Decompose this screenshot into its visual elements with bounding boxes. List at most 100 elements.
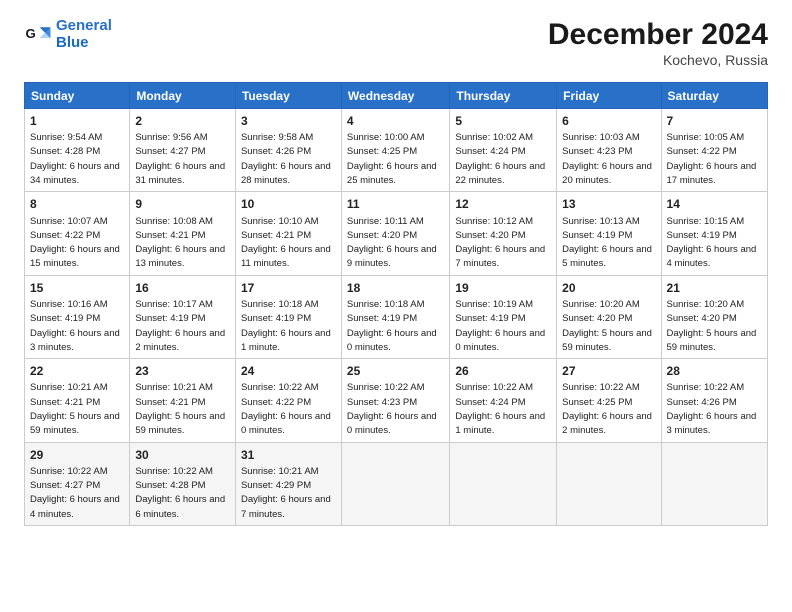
page: G GeneralBlue December 2024 Kochevo, Rus… [0,0,792,538]
col-sunday: Sunday [25,83,130,109]
day-number: 7 [667,113,762,129]
day-info: Sunrise: 10:22 AMSunset: 4:25 PMDaylight… [562,382,652,436]
day-number: 9 [135,196,230,212]
day-info: Sunrise: 10:03 AMSunset: 4:23 PMDaylight… [562,132,652,186]
table-row: 26 Sunrise: 10:22 AMSunset: 4:24 PMDayli… [450,359,557,442]
day-number: 23 [135,363,230,379]
day-number: 22 [30,363,124,379]
header: G GeneralBlue December 2024 Kochevo, Rus… [24,18,768,68]
day-info: Sunrise: 10:20 AMSunset: 4:20 PMDaylight… [667,299,757,353]
day-number: 17 [241,280,336,296]
day-info: Sunrise: 10:21 AMSunset: 4:21 PMDaylight… [135,382,225,436]
day-info: Sunrise: 10:02 AMSunset: 4:24 PMDaylight… [455,132,545,186]
empty-cell [341,442,449,525]
day-info: Sunrise: 10:00 AMSunset: 4:25 PMDaylight… [347,132,437,186]
calendar-table: Sunday Monday Tuesday Wednesday Thursday… [24,82,768,526]
calendar-header-row: Sunday Monday Tuesday Wednesday Thursday… [25,83,768,109]
col-wednesday: Wednesday [341,83,449,109]
day-number: 20 [562,280,655,296]
empty-cell [557,442,661,525]
day-info: Sunrise: 10:17 AMSunset: 4:19 PMDaylight… [135,299,225,353]
table-row: 1 Sunrise: 9:54 AMSunset: 4:28 PMDayligh… [25,109,130,192]
calendar-week-row: 29 Sunrise: 10:22 AMSunset: 4:27 PMDayli… [25,442,768,525]
day-info: Sunrise: 10:10 AMSunset: 4:21 PMDaylight… [241,216,331,270]
col-monday: Monday [130,83,236,109]
empty-cell [450,442,557,525]
table-row: 16 Sunrise: 10:17 AMSunset: 4:19 PMDayli… [130,275,236,358]
day-info: Sunrise: 10:05 AMSunset: 4:22 PMDaylight… [667,132,757,186]
day-info: Sunrise: 9:58 AMSunset: 4:26 PMDaylight:… [241,132,331,186]
svg-text:G: G [26,26,36,41]
table-row: 9 Sunrise: 10:08 AMSunset: 4:21 PMDaylig… [130,192,236,275]
table-row: 7 Sunrise: 10:05 AMSunset: 4:22 PMDaylig… [661,109,767,192]
table-row: 31 Sunrise: 10:21 AMSunset: 4:29 PMDayli… [235,442,341,525]
day-info: Sunrise: 10:22 AMSunset: 4:24 PMDaylight… [455,382,545,436]
table-row: 21 Sunrise: 10:20 AMSunset: 4:20 PMDayli… [661,275,767,358]
table-row: 15 Sunrise: 10:16 AMSunset: 4:19 PMDayli… [25,275,130,358]
col-tuesday: Tuesday [235,83,341,109]
table-row: 23 Sunrise: 10:21 AMSunset: 4:21 PMDayli… [130,359,236,442]
table-row: 19 Sunrise: 10:19 AMSunset: 4:19 PMDayli… [450,275,557,358]
day-number: 24 [241,363,336,379]
col-friday: Friday [557,83,661,109]
day-number: 8 [30,196,124,212]
table-row: 4 Sunrise: 10:00 AMSunset: 4:25 PMDaylig… [341,109,449,192]
table-row: 6 Sunrise: 10:03 AMSunset: 4:23 PMDaylig… [557,109,661,192]
day-info: Sunrise: 10:22 AMSunset: 4:28 PMDaylight… [135,466,225,520]
day-number: 13 [562,196,655,212]
table-row: 13 Sunrise: 10:13 AMSunset: 4:19 PMDayli… [557,192,661,275]
day-info: Sunrise: 9:54 AMSunset: 4:28 PMDaylight:… [30,132,120,186]
logo-text: GeneralBlue [56,18,112,51]
day-number: 21 [667,280,762,296]
logo: G GeneralBlue [24,18,112,51]
day-info: Sunrise: 10:21 AMSunset: 4:21 PMDaylight… [30,382,120,436]
calendar-title: December 2024 [548,18,768,52]
day-number: 6 [562,113,655,129]
day-info: Sunrise: 10:16 AMSunset: 4:19 PMDaylight… [30,299,120,353]
day-info: Sunrise: 10:15 AMSunset: 4:19 PMDaylight… [667,216,757,270]
day-number: 25 [347,363,444,379]
table-row: 28 Sunrise: 10:22 AMSunset: 4:26 PMDayli… [661,359,767,442]
day-number: 27 [562,363,655,379]
day-number: 26 [455,363,551,379]
day-number: 1 [30,113,124,129]
table-row: 20 Sunrise: 10:20 AMSunset: 4:20 PMDayli… [557,275,661,358]
day-info: Sunrise: 10:22 AMSunset: 4:22 PMDaylight… [241,382,331,436]
day-info: Sunrise: 10:21 AMSunset: 4:29 PMDaylight… [241,466,331,520]
table-row: 25 Sunrise: 10:22 AMSunset: 4:23 PMDayli… [341,359,449,442]
table-row: 29 Sunrise: 10:22 AMSunset: 4:27 PMDayli… [25,442,130,525]
empty-cell [661,442,767,525]
table-row: 27 Sunrise: 10:22 AMSunset: 4:25 PMDayli… [557,359,661,442]
table-row: 24 Sunrise: 10:22 AMSunset: 4:22 PMDayli… [235,359,341,442]
table-row: 8 Sunrise: 10:07 AMSunset: 4:22 PMDaylig… [25,192,130,275]
day-info: Sunrise: 10:19 AMSunset: 4:19 PMDaylight… [455,299,545,353]
day-number: 12 [455,196,551,212]
calendar-subtitle: Kochevo, Russia [548,52,768,68]
day-number: 28 [667,363,762,379]
day-info: Sunrise: 9:56 AMSunset: 4:27 PMDaylight:… [135,132,225,186]
calendar-week-row: 1 Sunrise: 9:54 AMSunset: 4:28 PMDayligh… [25,109,768,192]
day-number: 2 [135,113,230,129]
table-row: 2 Sunrise: 9:56 AMSunset: 4:27 PMDayligh… [130,109,236,192]
day-number: 5 [455,113,551,129]
table-row: 18 Sunrise: 10:18 AMSunset: 4:19 PMDayli… [341,275,449,358]
day-info: Sunrise: 10:18 AMSunset: 4:19 PMDaylight… [347,299,437,353]
day-number: 19 [455,280,551,296]
table-row: 3 Sunrise: 9:58 AMSunset: 4:26 PMDayligh… [235,109,341,192]
day-number: 31 [241,447,336,463]
table-row: 10 Sunrise: 10:10 AMSunset: 4:21 PMDayli… [235,192,341,275]
day-info: Sunrise: 10:08 AMSunset: 4:21 PMDaylight… [135,216,225,270]
day-info: Sunrise: 10:20 AMSunset: 4:20 PMDaylight… [562,299,652,353]
calendar-body: 1 Sunrise: 9:54 AMSunset: 4:28 PMDayligh… [25,109,768,526]
table-row: 12 Sunrise: 10:12 AMSunset: 4:20 PMDayli… [450,192,557,275]
table-row: 14 Sunrise: 10:15 AMSunset: 4:19 PMDayli… [661,192,767,275]
day-info: Sunrise: 10:13 AMSunset: 4:19 PMDaylight… [562,216,652,270]
calendar-week-row: 8 Sunrise: 10:07 AMSunset: 4:22 PMDaylig… [25,192,768,275]
day-number: 4 [347,113,444,129]
table-row: 22 Sunrise: 10:21 AMSunset: 4:21 PMDayli… [25,359,130,442]
day-number: 30 [135,447,230,463]
day-number: 15 [30,280,124,296]
day-number: 14 [667,196,762,212]
day-number: 18 [347,280,444,296]
day-info: Sunrise: 10:22 AMSunset: 4:26 PMDaylight… [667,382,757,436]
